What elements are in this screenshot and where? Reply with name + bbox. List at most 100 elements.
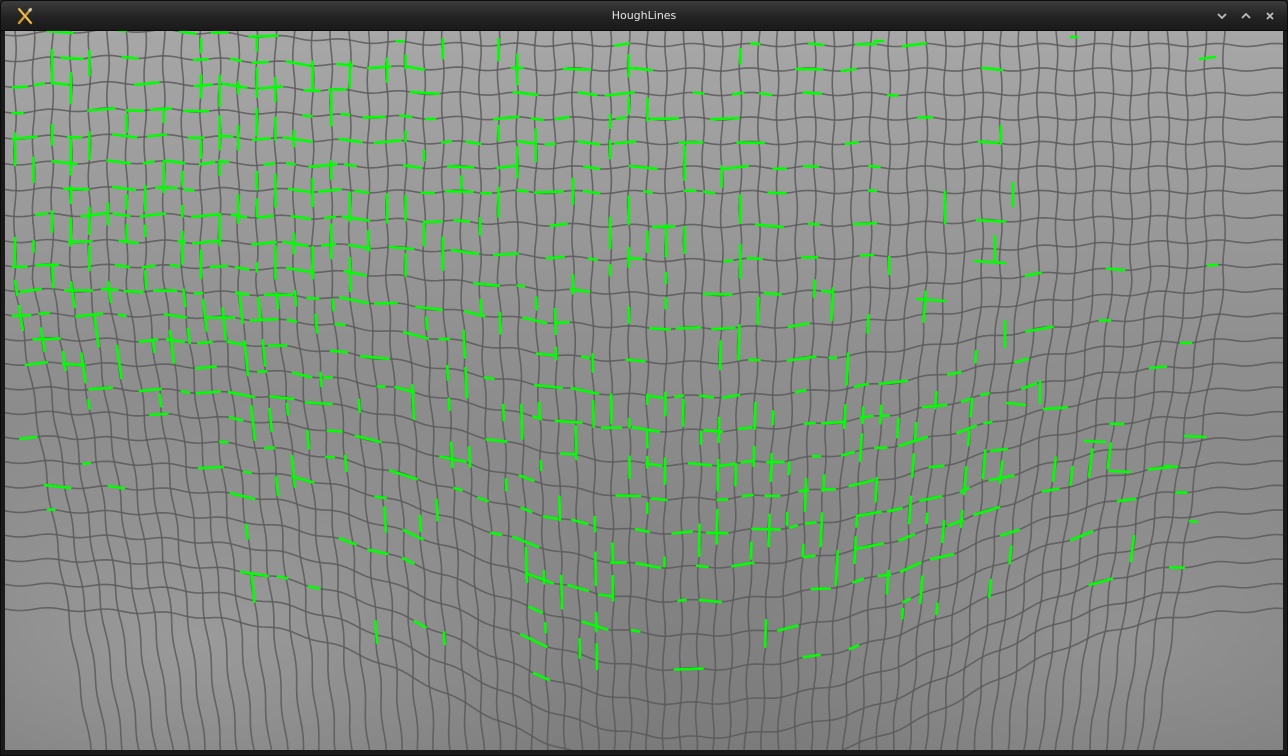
hough-line-segment bbox=[197, 340, 213, 345]
hough-line-segment bbox=[326, 429, 343, 433]
hough-line-segment bbox=[348, 256, 352, 293]
hough-line-segment bbox=[143, 270, 148, 290]
hough-line-segment bbox=[186, 327, 191, 345]
hough-line-segment bbox=[1148, 365, 1167, 370]
hough-line-segment bbox=[674, 394, 685, 399]
hough-line-segment bbox=[244, 523, 249, 541]
hough-line-segment bbox=[158, 393, 163, 408]
hough-line-segment bbox=[810, 587, 832, 591]
hough-line-segment bbox=[788, 524, 799, 529]
hough-line-segment bbox=[983, 420, 993, 425]
hough-line-segment bbox=[562, 67, 592, 71]
hough-line-segment bbox=[209, 264, 229, 269]
hough-line-segment bbox=[374, 495, 388, 500]
hough-line-segment bbox=[933, 390, 938, 410]
hough-line-segment bbox=[323, 215, 337, 220]
hough-line-segment bbox=[746, 256, 764, 261]
hough-line-segment bbox=[515, 189, 529, 193]
hough-line-segment bbox=[45, 31, 74, 35]
hough-line-segment bbox=[886, 93, 899, 97]
hough-line-segment bbox=[928, 464, 945, 469]
hough-line-segment bbox=[756, 296, 760, 326]
hough-line-segment bbox=[626, 256, 643, 261]
chevron-up-icon bbox=[1241, 12, 1251, 19]
hough-lines-image bbox=[5, 31, 1283, 751]
close-button[interactable] bbox=[1259, 7, 1281, 24]
hough-line-segment bbox=[554, 320, 570, 325]
hough-line-segment bbox=[50, 263, 55, 289]
hough-line-segment bbox=[251, 137, 271, 142]
close-icon bbox=[1266, 11, 1274, 20]
hough-line-segment bbox=[801, 543, 805, 558]
hough-line-segment bbox=[195, 390, 221, 395]
hough-line-segment bbox=[445, 364, 450, 382]
hough-line-segment bbox=[794, 388, 807, 394]
hough-line-segment bbox=[286, 318, 298, 324]
hough-line-segment bbox=[192, 57, 209, 62]
hough-line-segment bbox=[257, 214, 275, 219]
hough-line-segment bbox=[249, 317, 279, 322]
hough-line-segment bbox=[149, 107, 173, 111]
hough-line-segment bbox=[38, 311, 50, 316]
hough-line-segment bbox=[362, 115, 386, 119]
hough-line-segment bbox=[716, 458, 720, 492]
hough-line-segment bbox=[409, 90, 440, 96]
hough-line-segment bbox=[285, 162, 296, 166]
hough-line-segment bbox=[699, 394, 715, 399]
hough-line-segment bbox=[329, 349, 349, 354]
hough-line-segment bbox=[807, 222, 820, 226]
hough-line-segment bbox=[479, 298, 483, 316]
hough-line-segment bbox=[251, 60, 269, 65]
hough-line-segment bbox=[878, 404, 883, 425]
hough-line-segment bbox=[559, 452, 577, 456]
maximize-button[interactable] bbox=[1235, 7, 1257, 24]
hough-line-segment bbox=[702, 292, 733, 296]
hough-line-segment bbox=[751, 527, 781, 531]
hough-line-segment bbox=[808, 42, 825, 47]
hough-line-segment bbox=[677, 598, 687, 603]
hough-line-segment bbox=[285, 402, 290, 416]
hough-line-segment bbox=[306, 296, 320, 301]
hough-line-segment bbox=[11, 85, 29, 89]
hough-line-segment bbox=[123, 289, 144, 294]
hough-line-segment bbox=[935, 602, 939, 616]
hough-line-segment bbox=[803, 421, 816, 426]
title-bar[interactable]: HoughLines bbox=[1, 1, 1287, 31]
hough-line-segment bbox=[812, 279, 817, 299]
hough-line-segment bbox=[220, 134, 234, 138]
hough-line-segment bbox=[66, 135, 83, 139]
hough-line-segment bbox=[758, 91, 773, 97]
hough-line-segment bbox=[195, 365, 217, 370]
hough-line-segment bbox=[257, 369, 268, 374]
hough-line-segment bbox=[763, 618, 768, 649]
hough-line-segment bbox=[874, 476, 879, 503]
hough-line-segment bbox=[258, 85, 284, 90]
hough-line-segment bbox=[334, 322, 346, 327]
minimize-button[interactable] bbox=[1211, 7, 1233, 24]
hough-line-segment bbox=[885, 569, 890, 595]
hough-line-segment bbox=[151, 339, 156, 354]
hough-line-segment bbox=[219, 440, 229, 444]
hough-line-segment bbox=[740, 459, 753, 464]
hough-line-segment bbox=[533, 190, 564, 194]
hough-line-segment bbox=[845, 352, 850, 387]
hough-line-segment bbox=[183, 188, 195, 192]
hough-line-segment bbox=[1008, 545, 1013, 565]
hough-line-segment bbox=[467, 445, 472, 469]
hough-line-segment bbox=[117, 313, 127, 318]
hough-line-segment bbox=[959, 509, 964, 529]
hough-line-segment bbox=[559, 574, 564, 610]
hough-line-segment bbox=[1206, 263, 1219, 267]
hough-line-segment bbox=[441, 140, 453, 144]
hough-line-segment bbox=[88, 386, 114, 391]
hough-line-segment bbox=[248, 34, 279, 38]
hough-line-segment bbox=[446, 165, 475, 169]
hough-line-segment bbox=[763, 291, 782, 296]
hough-line-segment bbox=[314, 313, 319, 334]
hough-line-segment bbox=[553, 307, 557, 336]
hough-line-segment bbox=[819, 512, 824, 548]
hough-line-segment bbox=[966, 430, 971, 447]
hough-line-segment bbox=[642, 190, 653, 194]
hough-line-segment bbox=[802, 554, 816, 559]
hough-line-segment bbox=[435, 498, 440, 522]
